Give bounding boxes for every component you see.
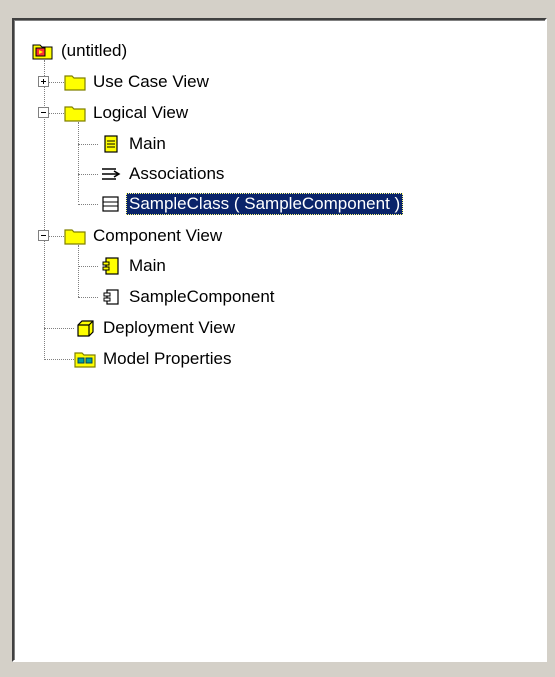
- tree-item-label: SampleComponent: [129, 287, 275, 306]
- tree-item-label: Use Case View: [93, 72, 209, 91]
- component-diagram-icon: [100, 256, 122, 276]
- expand-use-case-view-toggle[interactable]: [38, 76, 49, 87]
- tree-connector: [78, 174, 98, 175]
- model-root-icon: [32, 41, 54, 61]
- model-properties-icon: [74, 349, 96, 369]
- tree-connector: [78, 266, 98, 267]
- tree-connector: [44, 359, 74, 360]
- tree-component-connector: [78, 245, 79, 297]
- tree-connector: [44, 328, 74, 329]
- tree-item-label: Logical View: [93, 103, 189, 122]
- tree-item-samplecomponent[interactable]: SampleComponent: [100, 284, 278, 310]
- tree-item-deployment-view[interactable]: Deployment View: [74, 315, 238, 341]
- associations-icon: [100, 164, 122, 184]
- tree-connector: [78, 144, 98, 145]
- collapse-component-view-toggle[interactable]: [38, 230, 49, 241]
- folder-icon: [64, 72, 86, 92]
- tree-item-component-main[interactable]: Main: [100, 253, 169, 279]
- tree-item-label: Main: [129, 134, 166, 153]
- folder-icon: [64, 226, 86, 246]
- tree-connector: [78, 297, 98, 298]
- tree-root-connector: [44, 60, 45, 360]
- tree-item-label: Deployment View: [103, 318, 235, 337]
- tree-connector: [78, 204, 98, 205]
- folder-icon: [64, 103, 86, 123]
- component-icon: [100, 287, 122, 307]
- model-browser-tree: (untitled) Use Case View Logical View Ma…: [14, 20, 545, 660]
- tree-item-logical-view[interactable]: Logical View: [64, 100, 191, 126]
- collapse-logical-view-toggle[interactable]: [38, 107, 49, 118]
- tree-root-item[interactable]: (untitled): [32, 38, 130, 64]
- class-icon: [100, 194, 122, 214]
- tree-item-label: Main: [129, 256, 166, 275]
- tree-item-associations[interactable]: Associations: [100, 161, 227, 187]
- tree-item-sampleclass[interactable]: SampleClass ( SampleComponent ): [100, 191, 404, 217]
- tree-item-label: SampleClass ( SampleComponent ): [126, 193, 404, 215]
- tree-item-logical-main[interactable]: Main: [100, 131, 169, 157]
- deployment-icon: [74, 318, 96, 338]
- tree-item-component-view[interactable]: Component View: [64, 223, 225, 249]
- tree-item-label: Associations: [129, 164, 225, 183]
- tree-item-use-case-view[interactable]: Use Case View: [64, 69, 212, 95]
- tree-logical-connector: [78, 122, 79, 202]
- window-frame-bottom: [0, 668, 555, 677]
- browser-tree-panel: (untitled) Use Case View Logical View Ma…: [12, 18, 547, 662]
- class-diagram-icon: [100, 134, 122, 154]
- tree-item-label: Component View: [93, 226, 223, 245]
- tree-item-model-properties[interactable]: Model Properties: [74, 346, 235, 372]
- tree-item-label: (untitled): [61, 41, 128, 60]
- tree-item-label: Model Properties: [103, 349, 232, 368]
